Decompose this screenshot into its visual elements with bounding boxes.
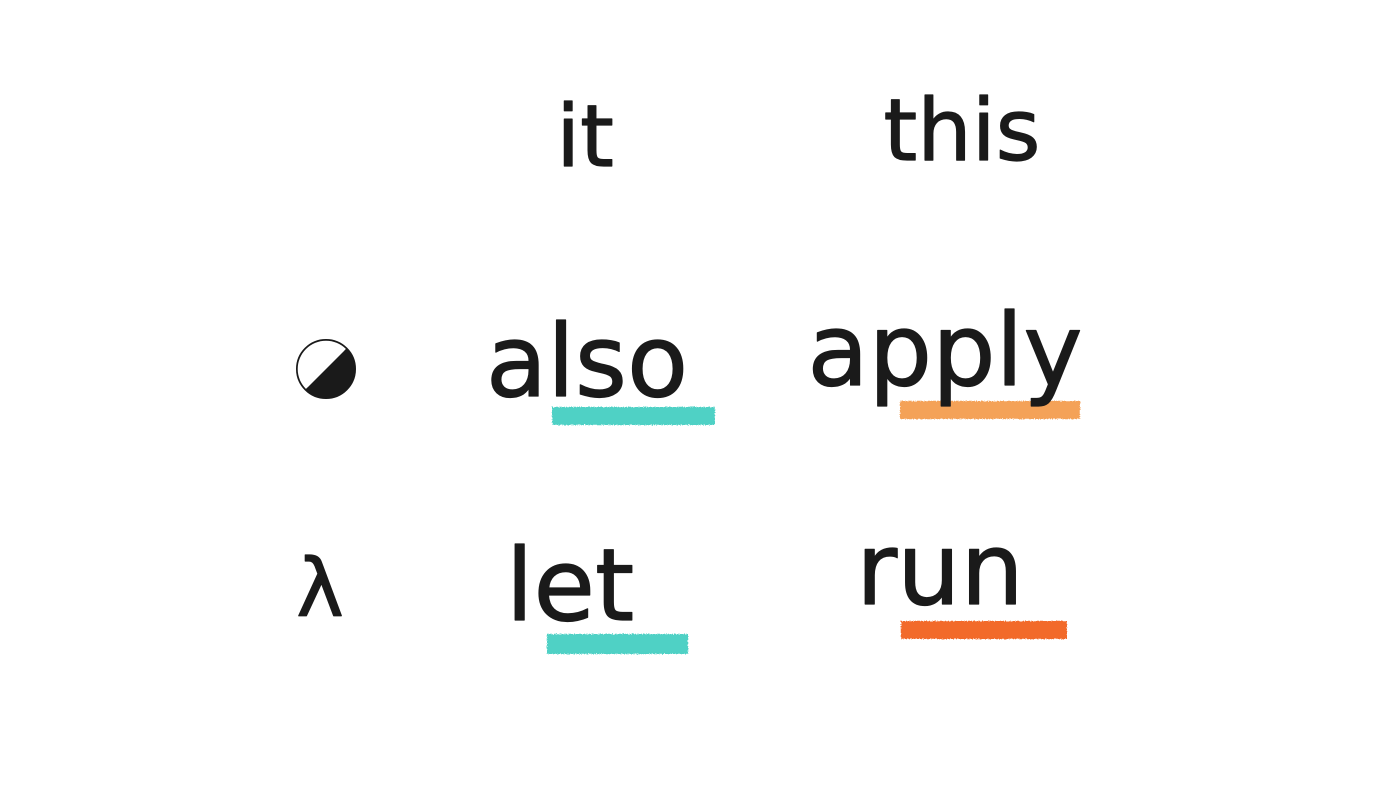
cell-also: also [486, 303, 688, 420]
cell-run: run [856, 511, 1024, 628]
cell-let: let [506, 527, 635, 644]
scope-functions-diagram: it this λ also apply let run [296, 80, 1083, 654]
lambda-icon: λ [296, 542, 343, 635]
column-header-it: it [556, 87, 614, 187]
cell-apply: apply [807, 292, 1082, 409]
half-filled-circle-icon [296, 339, 356, 399]
column-header-this: this [884, 81, 1041, 181]
